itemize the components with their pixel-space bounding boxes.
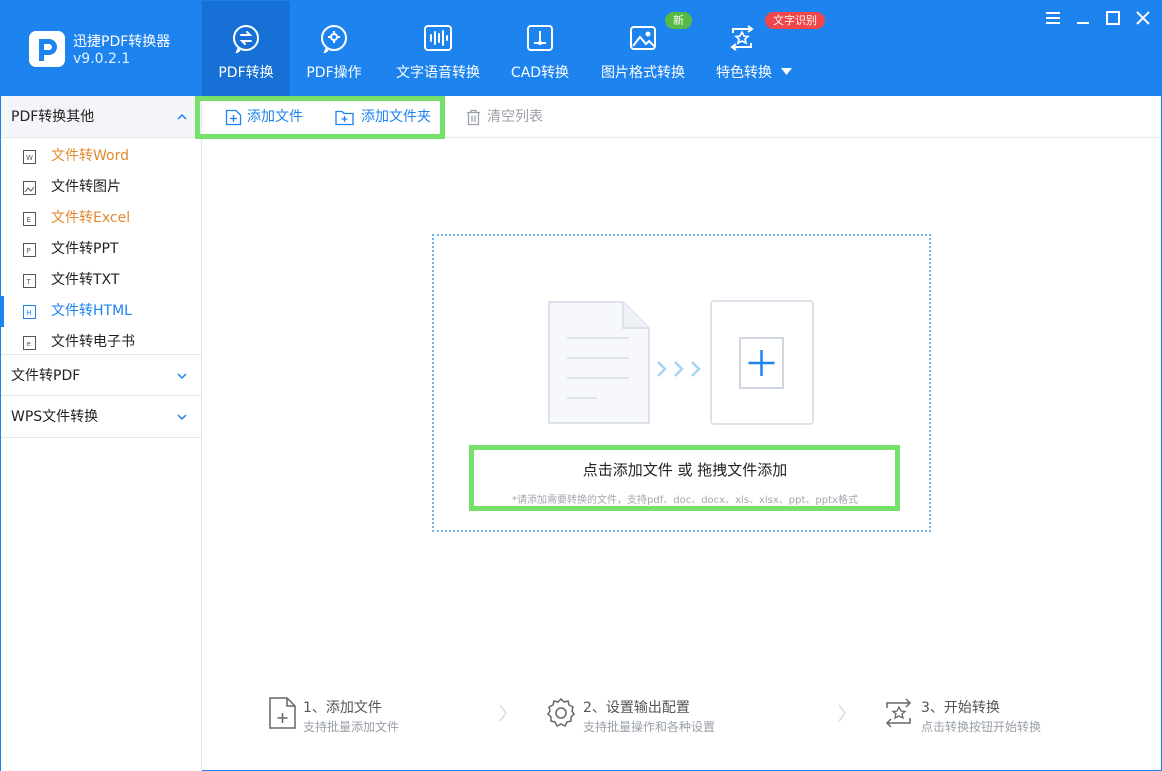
add-file-label: 添加文件 (247, 109, 303, 125)
tab-label: 图片格式转换 (601, 65, 685, 81)
dropzone-title[interactable]: 点击添加文件 或 拖拽文件添加 (479, 459, 891, 480)
svg-text:P: P (27, 247, 31, 255)
ebook-file-icon: e (23, 336, 36, 350)
tab-label: PDF操作 (306, 65, 362, 81)
add-file-button[interactable]: 添加文件 (225, 107, 303, 127)
step-desc: 支持批量添加文件 (303, 720, 400, 734)
step-desc: 支持批量操作和各种设置 (583, 720, 716, 734)
sidebar-item-label: 文件转PPT (51, 241, 119, 257)
app-name: 迅捷PDF转换器 (73, 34, 171, 50)
sidebar: PDF转换其他 W 文件转Word 文件转图片 E 文件转Excel P 文件转… (1, 96, 202, 771)
svg-text:W: W (26, 154, 33, 162)
dropzone-subtitle: *请添加需要转换的文件，支持pdf、doc、docx、xls、xlsx、ppt、… (512, 495, 858, 506)
settings-gear-icon (547, 697, 575, 728)
tab-label: PDF转换 (218, 65, 274, 81)
document-illustration-icon (548, 301, 650, 424)
step-title: 2、设置输出配置 (583, 700, 690, 716)
sidebar-item-label: 文件转HTML (51, 303, 132, 319)
cad-icon (527, 25, 553, 51)
new-badge: 新 (665, 12, 692, 29)
pdf-convert-icon (233, 25, 259, 53)
clear-list-button[interactable]: 清空列表 (465, 107, 543, 127)
tab-label: 文字语音转换 (396, 65, 480, 81)
menu-icon[interactable] (1044, 9, 1062, 27)
star-convert-icon (730, 25, 754, 51)
svg-text:T: T (26, 278, 32, 286)
tab-cad-convert[interactable]: CAD转换 (497, 1, 583, 96)
tab-label: CAD转换 (510, 65, 570, 81)
sidebar-item-label: 文件转Excel (51, 210, 131, 226)
sidebar-group-wps[interactable]: WPS文件转换 (1, 396, 201, 438)
ocr-badge: 文字识别 (765, 12, 825, 29)
app-window: 迅捷PDF转换器 v9.0.2.1 PDF转换 PDF操作 文字语音转换 CAD… (0, 0, 1162, 771)
image-file-icon (23, 181, 36, 195)
pdf-operate-icon (321, 25, 347, 53)
tab-pdf-convert[interactable]: PDF转换 (202, 1, 290, 96)
add-folder-label: 添加文件夹 (361, 109, 431, 125)
chevron-down-icon (177, 414, 187, 421)
sidebar-item-label: 文件转图片 (51, 179, 121, 195)
app-logo-icon (29, 31, 65, 67)
close-icon[interactable] (1134, 9, 1152, 27)
sidebar-item-txt[interactable]: T 文件转TXT (1, 265, 201, 296)
group-title: 文件转PDF (11, 368, 81, 384)
clear-list-label: 清空列表 (487, 109, 543, 125)
step-title: 1、添加文件 (303, 700, 382, 716)
sidebar-group-to-pdf[interactable]: 文件转PDF (1, 354, 201, 396)
chevron-right-icon (499, 704, 507, 722)
svg-text:E: E (27, 216, 31, 224)
sidebar-group-pdf-other[interactable]: PDF转换其他 (1, 96, 201, 138)
sidebar-item-image[interactable]: 文件转图片 (1, 172, 201, 203)
add-file-icon (269, 697, 296, 729)
svg-text:H: H (26, 309, 31, 317)
trash-icon (467, 109, 480, 126)
chevron-up-icon (177, 113, 187, 120)
convert-start-icon (885, 698, 912, 728)
voice-wave-icon (424, 25, 452, 51)
chevron-down-icon (177, 373, 187, 380)
arrows-icon (657, 361, 701, 377)
group-title: WPS文件转换 (11, 409, 99, 425)
add-file-icon (225, 109, 242, 126)
txt-file-icon: T (23, 274, 36, 288)
tab-pdf-operate[interactable]: PDF操作 (290, 1, 378, 96)
minimize-icon[interactable] (1074, 9, 1092, 27)
sidebar-item-excel[interactable]: E 文件转Excel (1, 203, 201, 234)
chevron-down-icon (781, 68, 792, 75)
group-title: PDF转换其他 (11, 109, 95, 125)
ppt-file-icon: P (23, 243, 36, 257)
sidebar-item-word[interactable]: W 文件转Word (1, 141, 201, 172)
app-version: v9.0.2.1 (73, 51, 131, 67)
add-folder-icon (335, 110, 354, 126)
word-file-icon: W (23, 150, 36, 164)
excel-file-icon: E (23, 212, 36, 226)
sidebar-item-html[interactable]: H 文件转HTML (1, 296, 201, 327)
maximize-icon[interactable] (1104, 9, 1122, 27)
step-desc: 点击转换按钮开始转换 (921, 720, 1042, 734)
sidebar-item-ppt[interactable]: P 文件转PPT (1, 234, 201, 265)
selection-indicator (1, 296, 4, 327)
svg-text:e: e (27, 340, 31, 348)
image-icon (630, 26, 656, 50)
sidebar-item-label: 文件转Word (51, 148, 129, 164)
step-title: 3、开始转换 (921, 700, 1000, 716)
top-bar: 迅捷PDF转换器 v9.0.2.1 PDF转换 PDF操作 文字语音转换 CAD… (1, 1, 1161, 96)
add-target-illustration-icon[interactable] (710, 300, 814, 425)
tab-voice-convert[interactable]: 文字语音转换 (390, 1, 486, 96)
chevron-right-icon (838, 704, 846, 722)
sidebar-item-label: 文件转电子书 (51, 334, 135, 350)
html-file-icon: H (23, 305, 36, 319)
sidebar-item-label: 文件转TXT (51, 272, 120, 288)
add-folder-button[interactable]: 添加文件夹 (335, 107, 431, 127)
